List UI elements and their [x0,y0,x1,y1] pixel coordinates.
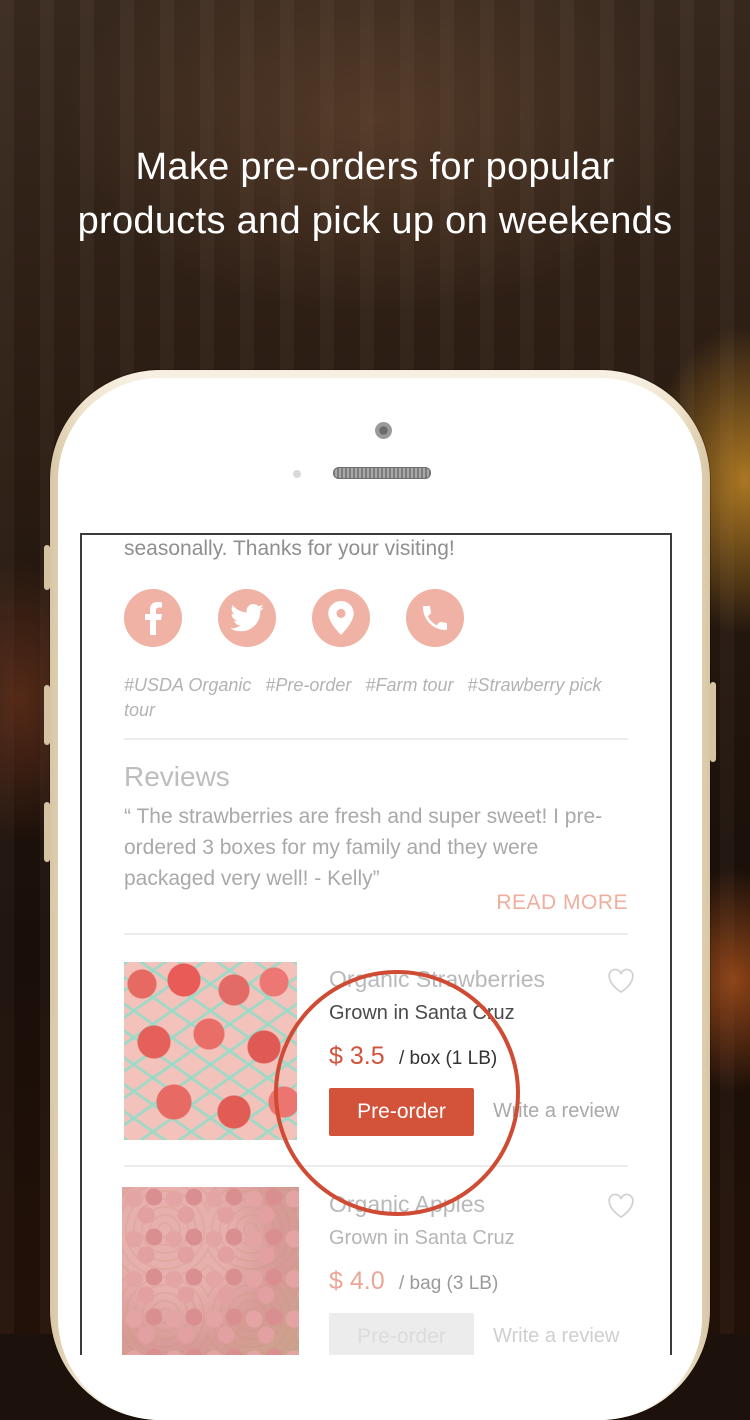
product-name[interactable]: Organic Strawberries [329,966,545,993]
facebook-icon [145,602,162,635]
section-divider [124,933,628,935]
write-review-link[interactable]: Write a review [493,1100,619,1123]
earpiece-speaker [333,467,431,479]
front-camera-icon [375,422,392,439]
review-quote: “ The strawberries are fresh and super s… [124,805,603,890]
product-image-apples[interactable] [122,1187,299,1355]
product-origin: Grown in Santa Cruz [329,1002,515,1024]
pre-order-button[interactable]: Pre-order [329,1088,474,1136]
social-location-button[interactable] [312,589,370,647]
social-phone-button[interactable] [406,589,464,647]
social-twitter-button[interactable] [218,589,276,647]
product-unit: / bag (3 LB) [399,1273,499,1294]
phone-volume-down [44,802,50,862]
product-card-apples[interactable]: Organic Apples Grown in Santa Cruz $ 4.0… [122,1187,634,1355]
intro-text: seasonally. Thanks for your visiting! [124,537,455,560]
product-price: $ 4.0 [329,1267,385,1295]
headline-line-2: products and pick up on weekends [77,200,673,242]
product-unit: / box (1 LB) [399,1048,498,1069]
product-price: $ 3.5 [329,1042,385,1070]
read-more-link[interactable]: READ MORE [496,891,628,915]
heart-icon[interactable] [607,1193,635,1219]
location-pin-icon [328,601,354,635]
tag-item[interactable]: #Pre-order [265,675,351,695]
product-image-strawberries[interactable] [124,962,297,1140]
social-facebook-button[interactable] [124,589,182,647]
headline: Make pre-orders for popular products and… [0,140,750,248]
phone-icon [423,606,447,630]
tag-item[interactable]: #Farm tour [365,675,453,695]
twitter-icon [230,604,264,632]
reviews-title: Reviews [124,761,230,792]
pre-order-button[interactable]: Pre-order [329,1313,474,1355]
product-name[interactable]: Organic Apples [329,1191,485,1218]
phone-mute-switch [44,545,50,590]
social-links [124,589,464,647]
write-review-link[interactable]: Write a review [493,1325,619,1348]
product-origin: Grown in Santa Cruz [329,1227,515,1249]
proximity-sensor [293,470,301,478]
headline-line-1: Make pre-orders for popular [135,146,615,188]
section-divider [124,738,628,740]
section-divider [124,1165,628,1167]
phone-volume-up [44,685,50,745]
heart-icon[interactable] [607,968,635,994]
tag-list: #USDA Organic #Pre-order #Farm tour #Strawb… [124,673,624,723]
app-screen[interactable]: seasonally. Thanks for your visiting! #U… [80,533,672,1355]
tag-item[interactable]: #USDA Organic [124,675,251,695]
product-card-strawberries[interactable]: Organic Strawberries Grown in Santa Cruz… [124,962,634,1142]
phone-power-button [710,682,716,762]
